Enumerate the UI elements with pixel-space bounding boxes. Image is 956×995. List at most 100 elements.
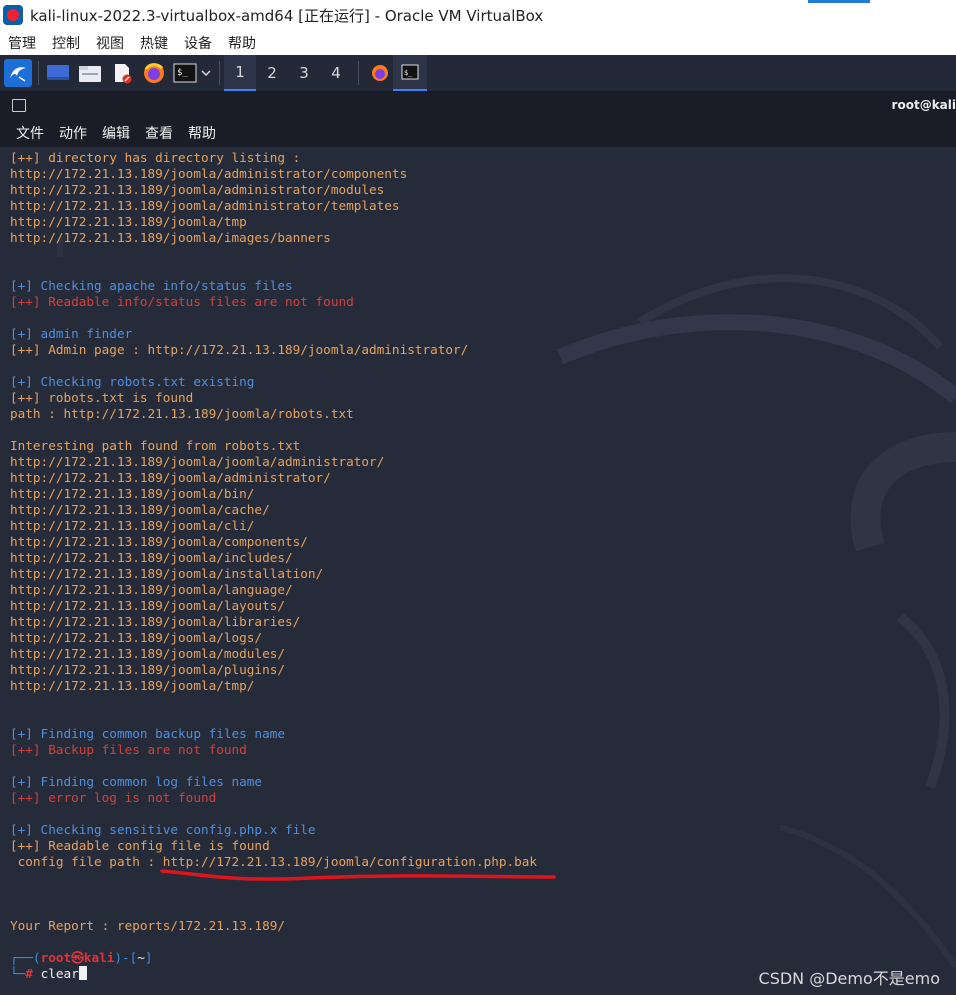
terminal-line: http://172.21.13.189/joomla/libraries/ xyxy=(10,614,301,629)
panel-separator xyxy=(219,61,220,85)
workspace-3[interactable]: 3 xyxy=(288,55,320,91)
terminal-line: http://172.21.13.189/joomla/cache/ xyxy=(10,502,270,517)
virtualbox-menu-bar: 管理 控制 视图 热键 设备 帮助 xyxy=(0,30,956,55)
terminal-line: Interesting path found from robots.txt xyxy=(10,438,301,453)
terminal-line: [++] Admin page : http://172.21.13.189/j… xyxy=(10,342,469,357)
terminal-menu-edit[interactable]: 编辑 xyxy=(102,123,130,143)
command-line[interactable]: └─# clear xyxy=(10,966,537,982)
prompt-close: )-[ xyxy=(114,950,138,965)
virtualbox-app-icon xyxy=(3,5,23,25)
svg-text:$_: $_ xyxy=(404,69,413,77)
red-underline-annotation xyxy=(160,869,556,881)
prompt-end: ] xyxy=(144,950,153,965)
terminal-line: http://172.21.13.189/joomla/bin/ xyxy=(10,486,255,501)
terminal-line: http://172.21.13.189/joomla/modules/ xyxy=(10,646,285,661)
csdn-watermark: CSDN @Demo不是emo xyxy=(758,969,940,988)
prompt-open: ┌──( xyxy=(10,950,41,965)
taskbar-terminal-icon[interactable]: $_ xyxy=(393,55,427,91)
terminal-line: [++] robots.txt is found xyxy=(10,390,194,405)
terminal-line: [+] Checking sensitive config.php.x file xyxy=(10,822,316,837)
panel-separator xyxy=(38,61,39,85)
menu-view[interactable]: 视图 xyxy=(96,33,124,53)
terminal-output-area[interactable]: [++] directory has directory listing : ht… xyxy=(0,147,956,995)
terminal-line: http://172.21.13.189/joomla/administrato… xyxy=(10,166,408,181)
menu-devices[interactable]: 设备 xyxy=(184,33,212,53)
taskbar-firefox-icon[interactable] xyxy=(367,60,393,86)
prompt-dir: ~ xyxy=(137,950,145,965)
panel-separator xyxy=(358,61,359,85)
terminal-line: [+] Finding common backup files name xyxy=(10,726,285,741)
menu-help[interactable]: 帮助 xyxy=(228,33,256,53)
terminal-line: [++] directory has directory listing : xyxy=(10,150,301,165)
terminal-line: http://172.21.13.189/joomla/components/ xyxy=(10,534,308,549)
terminal-menu-view[interactable]: 查看 xyxy=(145,123,173,143)
terminal-line: http://172.21.13.189/joomla/administrato… xyxy=(10,470,331,485)
firefox-icon[interactable] xyxy=(141,60,167,86)
terminal-line: http://172.21.13.189/joomla/administrato… xyxy=(10,182,385,197)
workspace-4[interactable]: 4 xyxy=(320,55,352,91)
terminal-line: [+] admin finder xyxy=(10,326,133,341)
kali-top-panel: $_ 1 2 3 4 $_ xyxy=(0,55,956,92)
terminal-line: [+] Checking apache info/status files xyxy=(10,278,293,293)
terminal-icon[interactable]: $_ xyxy=(173,60,213,86)
terminal-line: http://172.21.13.189/joomla/layouts/ xyxy=(10,598,285,613)
terminal-line: http://172.21.13.189/joomla/installation… xyxy=(10,566,324,581)
terminal-lines: [++] directory has directory listing : ht… xyxy=(10,150,537,982)
terminal-line: http://172.21.13.189/joomla/includes/ xyxy=(10,550,293,565)
terminal-menu-bar: 文件 动作 编辑 查看 帮助 xyxy=(0,119,956,147)
terminal-title-bar: root@kali xyxy=(0,91,956,119)
terminal-line: [+] Finding common log files name xyxy=(10,774,263,789)
terminal-window-icon xyxy=(12,98,26,112)
prompt-user: root㉿kali xyxy=(40,950,115,965)
terminal-line: http://172.21.13.189/joomla/tmp xyxy=(10,214,247,229)
workspace-1[interactable]: 1 xyxy=(224,55,256,91)
terminal-line: [++] Backup files are not found xyxy=(10,742,247,757)
menu-hotkeys[interactable]: 热键 xyxy=(140,33,168,53)
command-text: clear xyxy=(40,966,79,981)
terminal-line: [+] Checking robots.txt existing xyxy=(10,374,255,389)
terminal-line: http://172.21.13.189/joomla/language/ xyxy=(10,582,293,597)
title-accent-bar xyxy=(808,0,870,3)
terminal-line: Your Report : reports/172.21.13.189/ xyxy=(10,918,285,933)
terminal-line: http://172.21.13.189/joomla/tmp/ xyxy=(10,678,255,693)
terminal-line: path : http://172.21.13.189/joomla/robot… xyxy=(10,406,354,421)
workspace-2[interactable]: 2 xyxy=(256,55,288,91)
terminal-line: http://172.21.13.189/joomla/joomla/admin… xyxy=(10,454,385,469)
desktop-icon[interactable] xyxy=(45,60,71,86)
terminal-menu-file[interactable]: 文件 xyxy=(16,123,44,143)
virtualbox-title-bar: kali-linux-2022.3-virtualbox-amd64 [正在运行… xyxy=(0,0,956,30)
window-title: kali-linux-2022.3-virtualbox-amd64 [正在运行… xyxy=(30,6,544,25)
menu-manage[interactable]: 管理 xyxy=(8,33,36,53)
prompt-corner: └─ xyxy=(10,966,26,981)
terminal-line: http://172.21.13.189/joomla/cli/ xyxy=(10,518,255,533)
terminal-title: root@kali xyxy=(891,98,956,112)
file-manager-icon[interactable] xyxy=(77,60,103,86)
terminal-menu-actions[interactable]: 动作 xyxy=(59,123,87,143)
kali-menu-icon[interactable] xyxy=(4,59,32,87)
text-cursor xyxy=(78,966,87,980)
terminal-line: [++] Readable config file is found xyxy=(10,838,270,853)
prompt-hash: # xyxy=(25,966,33,981)
menu-control[interactable]: 控制 xyxy=(52,33,80,53)
terminal-line: http://172.21.13.189/joomla/administrato… xyxy=(10,198,400,213)
terminal-line: http://172.21.13.189/joomla/logs/ xyxy=(10,630,263,645)
terminal-line: [++] error log is not found xyxy=(10,790,217,805)
terminal-line: http://172.21.13.189/joomla/images/banne… xyxy=(10,230,331,245)
terminal-menu-help[interactable]: 帮助 xyxy=(188,123,216,143)
text-editor-icon[interactable] xyxy=(109,60,135,86)
svg-text:$_: $_ xyxy=(177,68,188,78)
prompt-line: ┌──(root㉿kali)-[~] xyxy=(10,950,537,966)
terminal-line: [++] Readable info/status files are not … xyxy=(10,294,354,309)
